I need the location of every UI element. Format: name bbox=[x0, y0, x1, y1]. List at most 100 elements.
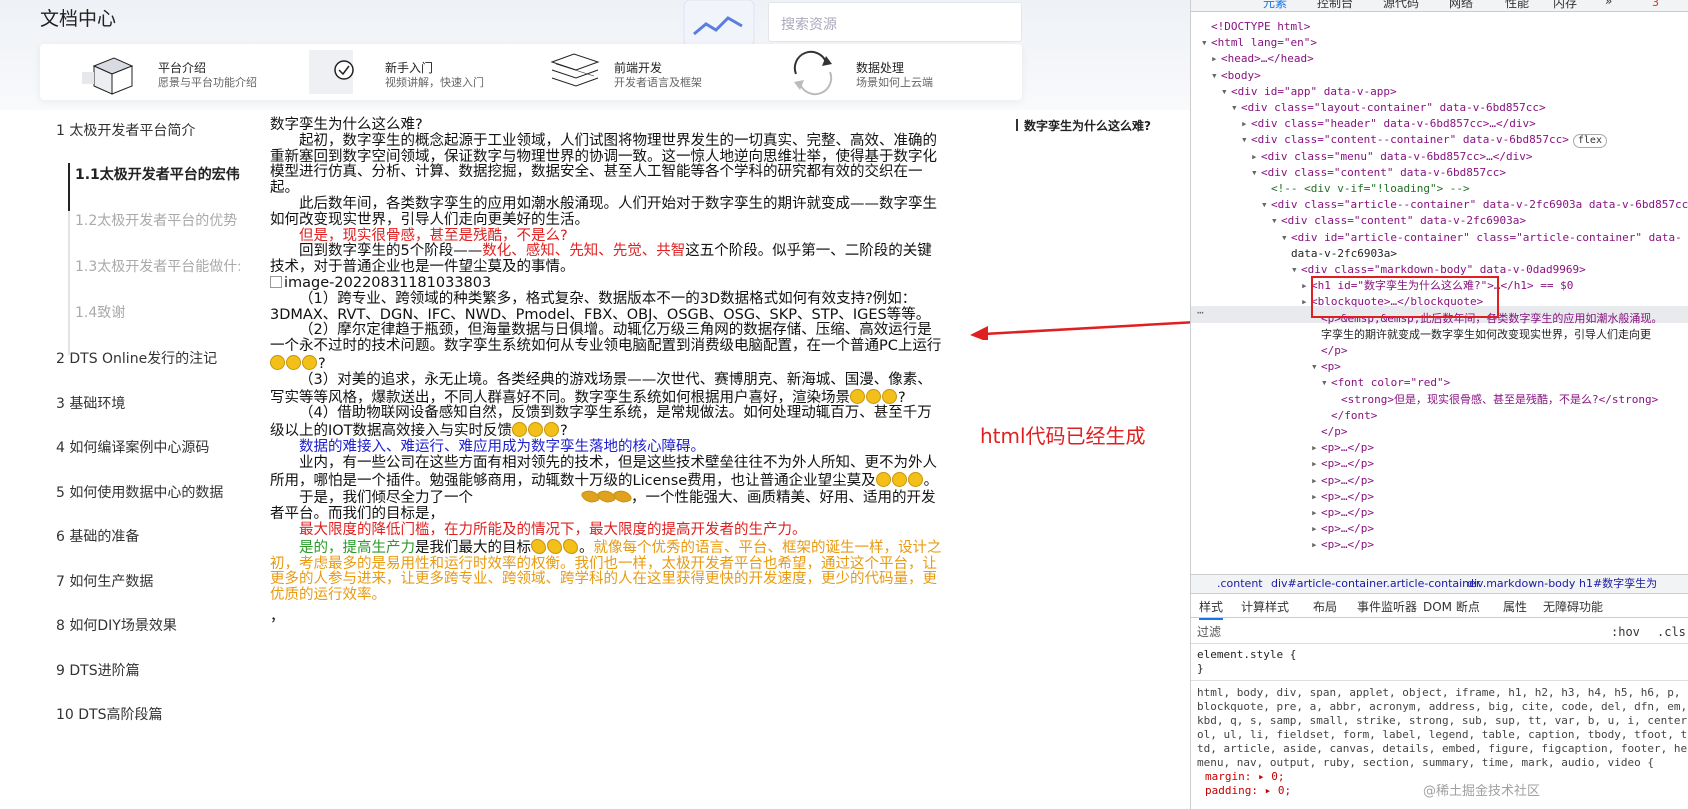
dom-node-line[interactable]: ▸ <p>…</p> bbox=[1311, 488, 1374, 505]
dom-node-line[interactable]: </font> bbox=[1321, 407, 1377, 424]
collapse-arrow-icon[interactable]: ▾ bbox=[1281, 229, 1291, 246]
expand-arrow-icon[interactable]: ▸ bbox=[1241, 115, 1251, 132]
crumb-item[interactable]: h1#数字孪生为 bbox=[1579, 575, 1657, 593]
crumb-item[interactable]: div.markdown-body bbox=[1467, 575, 1575, 593]
tab-network[interactable]: 网络 bbox=[1449, 0, 1473, 11]
style-property[interactable]: margin: ▸ 0; bbox=[1205, 770, 1284, 783]
dom-node-line[interactable]: ▾ <div class="content--container" data-v-… bbox=[1241, 131, 1607, 149]
dom-node-line[interactable]: ▸ <p>…</p> bbox=[1311, 439, 1374, 456]
dom-node-line[interactable]: ▸ <head>…</head> bbox=[1211, 50, 1314, 67]
sidebar-item-8[interactable]: 8 如何DIY场景效果 bbox=[56, 615, 177, 635]
sidebar-item-7[interactable]: 7 如何生产数据 bbox=[56, 571, 153, 591]
more-options-icon[interactable]: ⋯ bbox=[1197, 306, 1204, 319]
dom-node-line[interactable]: ▸ <p>…</p> bbox=[1311, 536, 1374, 553]
dom-node-line[interactable]: ▾ <div class="article--container" data-v-… bbox=[1261, 196, 1688, 213]
collapse-arrow-icon[interactable]: ▾ bbox=[1261, 196, 1271, 213]
tab-memory[interactable]: 内存 bbox=[1553, 0, 1577, 11]
subtab-computed[interactable]: 计算样式 bbox=[1241, 596, 1289, 618]
collapse-arrow-icon[interactable]: ▾ bbox=[1231, 99, 1241, 116]
sidebar-item-1-2[interactable]: 1.2太极开发者平台的优势 bbox=[75, 210, 240, 230]
card-getting-started[interactable]: 新手入门 视频讲解，快速入门 bbox=[285, 44, 515, 100]
dom-node-line[interactable]: </p> bbox=[1311, 423, 1348, 440]
sidebar-item-4[interactable]: 4 如何编译案例中心源码 bbox=[56, 437, 209, 457]
sidebar-item-5[interactable]: 5 如何使用数据中心的数据 bbox=[56, 482, 223, 502]
sidebar-item-1-1[interactable]: 1.1太极开发者平台的宏伟目标 bbox=[75, 164, 240, 184]
dom-node-line[interactable]: ▸ <p>…</p> bbox=[1311, 504, 1374, 521]
hov-toggle[interactable]: :hov bbox=[1611, 620, 1640, 644]
expand-arrow-icon[interactable]: ▸ bbox=[1311, 504, 1321, 521]
style-property[interactable]: padding: ▸ 0; bbox=[1205, 784, 1291, 797]
expand-arrow-icon[interactable]: ▸ bbox=[1311, 520, 1321, 537]
style-rule-line[interactable]: element.style { bbox=[1197, 648, 1296, 662]
collapse-arrow-icon[interactable]: ▾ bbox=[1321, 374, 1331, 391]
sidebar-item-1-3[interactable]: 1.3太极开发者平台能做什么 bbox=[75, 256, 240, 276]
card-frontend-dev[interactable]: 前端开发 开发者语言及框架 bbox=[530, 44, 770, 100]
subtab-properties[interactable]: 属性 bbox=[1503, 596, 1527, 618]
subtab-event-listeners[interactable]: 事件监听器 bbox=[1357, 596, 1417, 618]
collapse-arrow-icon[interactable]: ▾ bbox=[1291, 261, 1301, 278]
card-data-processing[interactable]: 数据处理 场景如何上云端 bbox=[780, 44, 1022, 100]
sidebar-item-2[interactable]: 2 DTS Online发行的注记 bbox=[56, 348, 217, 368]
error-count-badge[interactable]: 3 bbox=[1652, 0, 1659, 9]
collapse-arrow-icon[interactable]: ▾ bbox=[1271, 212, 1281, 229]
crumb-item[interactable]: .content bbox=[1217, 575, 1263, 593]
collapse-arrow-icon[interactable]: ▾ bbox=[1201, 34, 1211, 51]
crumb-item[interactable]: div#article-container.article-container bbox=[1271, 575, 1480, 593]
dom-node-line[interactable]: ▾ <p> bbox=[1311, 358, 1341, 375]
expand-arrow-icon[interactable]: ▸ bbox=[1301, 277, 1311, 294]
dom-node-line[interactable]: ▸ <div class="menu" data-v-6bd857cc>…</di… bbox=[1251, 148, 1533, 165]
dom-node-line[interactable]: ▾ <html lang="en"> bbox=[1201, 34, 1317, 51]
dom-node-line[interactable]: ▾ <div class="layout-container" data-v-6b… bbox=[1231, 99, 1546, 116]
expand-arrow-icon[interactable]: ▸ bbox=[1251, 148, 1261, 165]
search-input[interactable]: 搜索资源 bbox=[768, 2, 1022, 42]
expand-arrow-icon[interactable]: ▸ bbox=[1311, 472, 1321, 489]
dom-node-line[interactable]: ▸ <p>…</p> bbox=[1311, 520, 1374, 537]
dom-node-line[interactable]: ▾ <body> bbox=[1211, 67, 1261, 84]
dom-node-line[interactable]: <!-- <div v-if="!loading"> --> bbox=[1261, 180, 1470, 197]
toc-right-item[interactable]: 数字孪生为什么这么难? bbox=[1024, 117, 1151, 134]
filter-input[interactable]: 过滤 bbox=[1197, 620, 1221, 644]
style-property-padding[interactable]: padding: ▸ 0; bbox=[1205, 784, 1291, 798]
sidebar-item-6[interactable]: 6 基础的准备 bbox=[56, 526, 139, 546]
dom-node-line[interactable]: ▾ <div class="content" data-v-2fc6903a> bbox=[1271, 212, 1526, 229]
expand-arrow-icon[interactable]: ▸ bbox=[1311, 536, 1321, 553]
sidebar-item-1-4[interactable]: 1.4致谢 bbox=[75, 302, 240, 322]
sidebar-item-intro[interactable]: 1 太极开发者平台简介 bbox=[56, 120, 195, 140]
expand-arrow-icon[interactable]: ▸ bbox=[1311, 439, 1321, 456]
subtab-styles[interactable]: 样式 bbox=[1199, 596, 1224, 620]
dom-node-line[interactable]: ▸ <div class="header" data-v-6bd857cc>…</… bbox=[1241, 115, 1536, 132]
dom-node-line[interactable]: 字孪生的期许就变成一数字孪生如何改变现实世界，引导人们走向更 bbox=[1311, 326, 1651, 343]
sidebar-item-10[interactable]: 10 DTS高阶段篇 bbox=[56, 704, 162, 724]
sidebar-item-9[interactable]: 9 DTS进阶篇 bbox=[56, 660, 140, 680]
subtab-dom-breakpoints[interactable]: DOM 断点 bbox=[1423, 596, 1480, 618]
dom-node-line[interactable]: ▾ <div id="app" data-v-app> bbox=[1221, 83, 1397, 100]
tab-console[interactable]: 控制台 bbox=[1317, 0, 1353, 11]
expand-arrow-icon[interactable]: ▸ bbox=[1301, 293, 1311, 310]
dom-node-line[interactable]: <!DOCTYPE html> bbox=[1201, 18, 1310, 35]
dom-node-line[interactable]: </p> bbox=[1311, 342, 1348, 359]
flex-badge[interactable]: flex bbox=[1572, 134, 1607, 149]
tab-sources[interactable]: 源代码 bbox=[1383, 0, 1419, 11]
tab-performance[interactable]: 性能 bbox=[1505, 0, 1529, 11]
style-property-margin[interactable]: margin: ▸ 0; bbox=[1205, 770, 1284, 784]
expand-arrow-icon[interactable]: ▸ bbox=[1211, 50, 1221, 67]
dom-node-line[interactable]: ▾ <div id="article-container" class="arti… bbox=[1281, 229, 1682, 246]
cls-toggle[interactable]: .cls bbox=[1657, 620, 1686, 644]
collapse-arrow-icon[interactable]: ▾ bbox=[1221, 83, 1231, 100]
card-platform-intro[interactable]: 平台介绍 愿景与平台功能介绍 bbox=[40, 44, 280, 100]
dom-node-line[interactable]: ▸ <p>…</p> bbox=[1311, 472, 1374, 489]
expand-arrow-icon[interactable]: ▸ bbox=[1311, 455, 1321, 472]
sidebar-item-3[interactable]: 3 基础环境 bbox=[56, 393, 125, 413]
collapse-arrow-icon[interactable]: ▾ bbox=[1241, 131, 1251, 148]
collapse-arrow-icon[interactable]: ▾ bbox=[1211, 67, 1221, 84]
tab-elements[interactable]: 元素 bbox=[1263, 0, 1287, 11]
dom-node-line[interactable]: <strong>但是，现实很骨感、甚至是残酷，不是么?</strong> bbox=[1331, 391, 1658, 408]
subtab-accessibility[interactable]: 无障碍功能 bbox=[1543, 596, 1603, 618]
dom-node-line[interactable]: ▾ <font color="red"> bbox=[1321, 374, 1450, 391]
tab-more[interactable]: » bbox=[1605, 0, 1612, 8]
collapse-arrow-icon[interactable]: ▾ bbox=[1251, 164, 1261, 181]
dom-node-line[interactable]: data-v-2fc6903a> bbox=[1281, 245, 1397, 262]
dom-node-line[interactable]: ▾ <div class="content" data-v-6bd857cc> bbox=[1251, 164, 1506, 181]
subtab-layout[interactable]: 布局 bbox=[1313, 596, 1337, 618]
collapse-arrow-icon[interactable]: ▾ bbox=[1311, 358, 1321, 375]
